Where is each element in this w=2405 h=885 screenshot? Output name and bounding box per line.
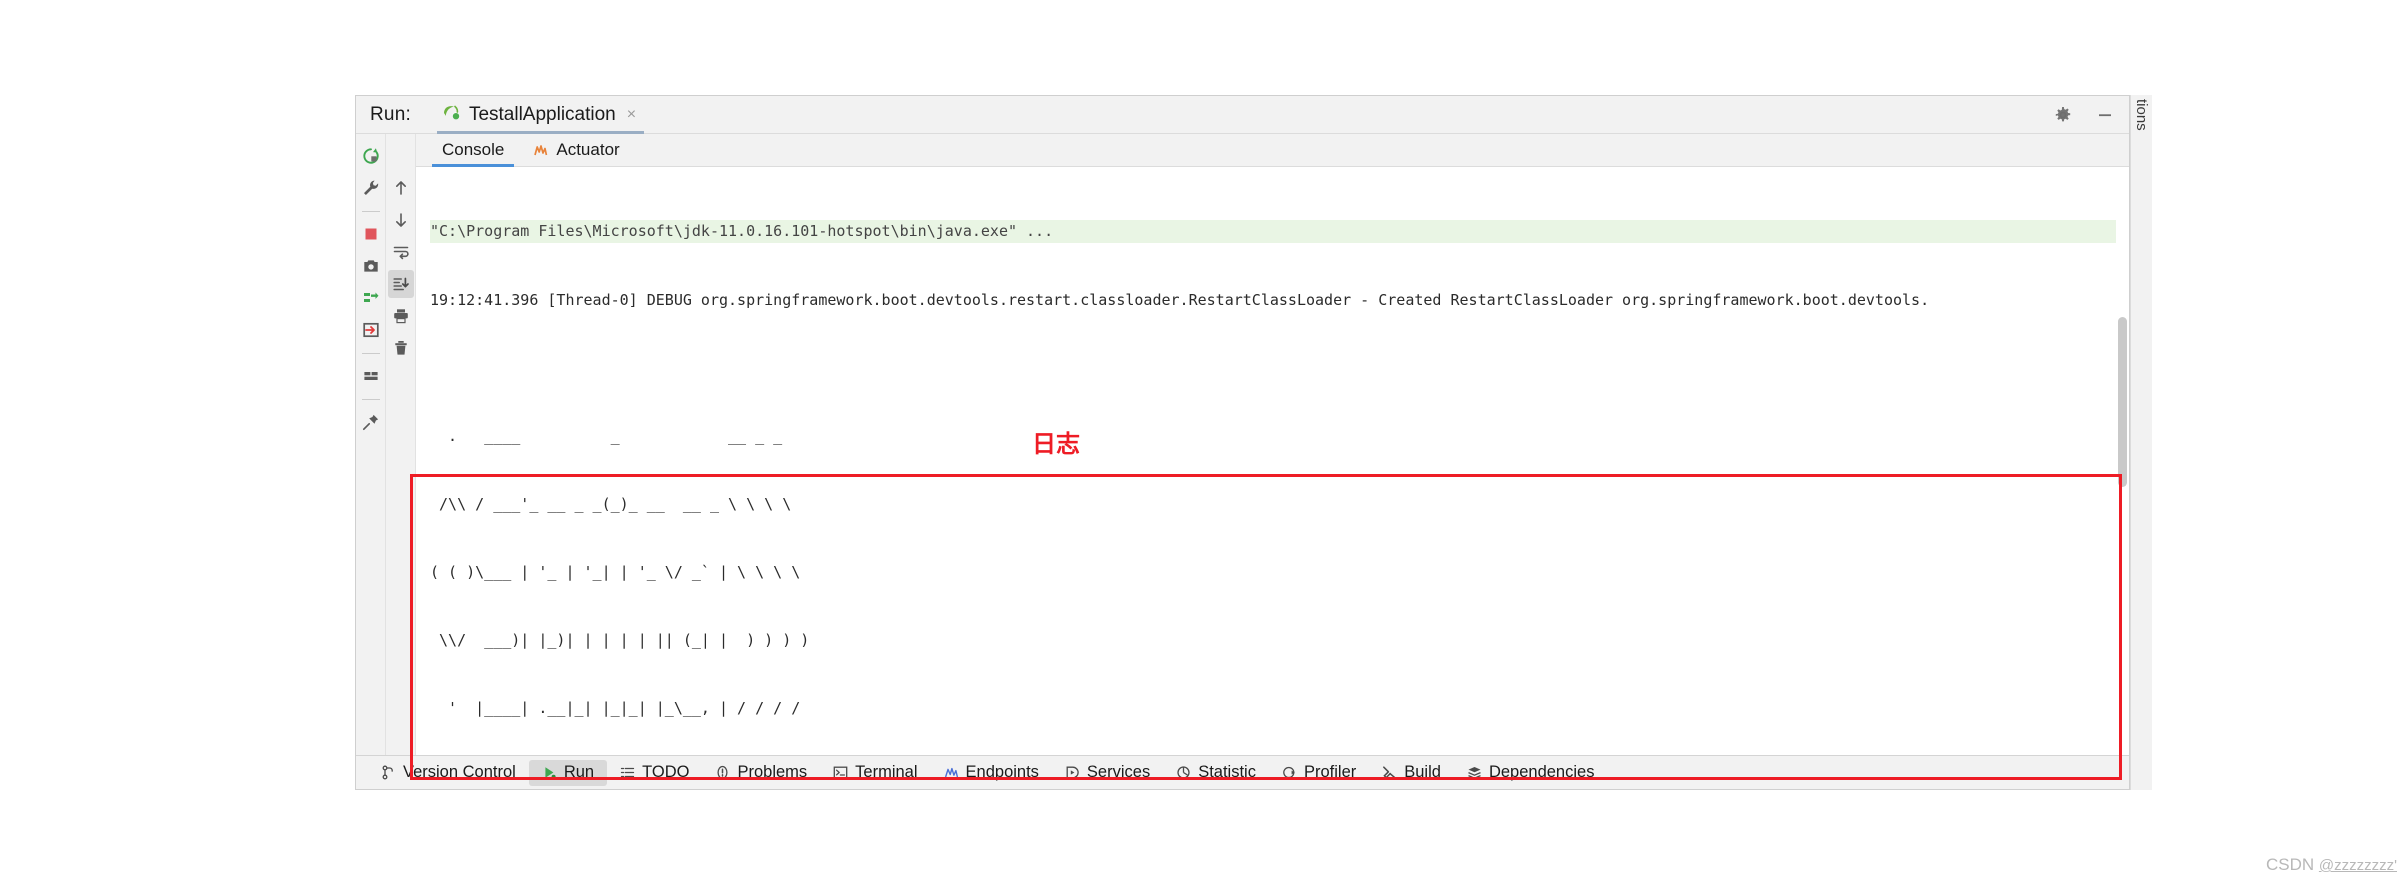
bottom-bar-item-label: Dependencies (1488, 763, 1595, 781)
close-icon[interactable]: × (627, 106, 636, 124)
bottom-bar-item-todo[interactable]: TODO (607, 760, 702, 786)
bottom-bar-item-problems[interactable]: Problems (702, 760, 820, 786)
bottom-bar-item-label: TODO (642, 763, 690, 781)
tab-actuator[interactable]: Actuator (518, 134, 633, 167)
tab-console-label: Console (442, 140, 505, 159)
trash-icon[interactable] (388, 334, 414, 362)
services-icon (1065, 765, 1080, 780)
bottom-bar-item-run[interactable]: Run (528, 759, 608, 786)
layout-icon[interactable] (358, 362, 384, 390)
console-tab-bar: Console Actuator (416, 134, 2129, 167)
run-tool-window-body: Console Actuator "C:\Program Files\Micro… (356, 134, 2129, 755)
threads-icon[interactable] (358, 284, 384, 312)
bottom-bar-item-label: Version Control (403, 763, 516, 781)
console-debug-line: 19:12:41.396 [Thread-0] DEBUG org.spring… (430, 290, 1930, 309)
run-tab-title: TestallApplication (468, 103, 616, 125)
console-column: Console Actuator "C:\Program Files\Micro… (416, 134, 2129, 755)
bottom-bar-item-label: Profiler (1303, 763, 1357, 781)
gear-icon[interactable] (2053, 105, 2073, 125)
run-header-actions (2053, 96, 2115, 134)
terminal-icon (833, 765, 848, 780)
bottom-bar-item-version-control[interactable]: Version Control (368, 760, 529, 786)
screenshot-root: Run: TestallApplication × Console Actuat… (0, 0, 2405, 885)
run-play-icon (542, 765, 557, 780)
minimize-icon[interactable] (2095, 105, 2115, 125)
toolbar-divider-3 (361, 399, 380, 400)
run-tool-window: Run: TestallApplication × Console Actuat… (355, 95, 2130, 790)
bottom-bar-item-label: Build (1404, 763, 1441, 781)
notifications-strip[interactable]: tions (2130, 95, 2152, 790)
spring-banner-line-5: ' |____| .__|_| |_|_| |_\__, | / / / / (430, 699, 801, 718)
camera-icon[interactable] (358, 252, 384, 280)
ide-bottom-toolbar: Version Control Run TODO Problems Terminal En… (356, 755, 2129, 789)
bottom-bar-item-label: Statistic (1198, 763, 1256, 781)
toolbar-divider (361, 211, 380, 212)
branch-icon (381, 765, 396, 780)
statistic-pie-icon (1176, 765, 1191, 780)
run-actions-toolbar (356, 134, 386, 755)
arrow-down-icon[interactable] (388, 206, 414, 234)
actuator-icon (532, 142, 549, 159)
watermark-prefix: CSDN (2266, 855, 2319, 874)
bottom-bar-item-label: Terminal (855, 763, 918, 781)
bottom-bar-item-build[interactable]: Build (1369, 760, 1454, 786)
spring-banner-line-4: \\/ ___)| |_)| | | | | || (_| | ) ) ) ) (430, 630, 810, 649)
bottom-bar-item-terminal[interactable]: Terminal (820, 760, 930, 786)
bottom-bar-item-label: Endpoints (965, 763, 1039, 781)
dependencies-icon (1467, 765, 1482, 780)
toolbar-divider-2 (361, 353, 380, 354)
run-tool-window-header: Run: TestallApplication × (356, 96, 2129, 134)
command-line-text: "C:\Program Files\Microsoft\jdk-11.0.16.… (430, 220, 2129, 244)
wrench-icon[interactable] (358, 174, 384, 202)
bottom-bar-item-label: Problems (737, 763, 808, 781)
todo-list-icon (620, 765, 635, 780)
watermark-handle: @zzzzzzzz' (2318, 857, 2397, 874)
console-scrollbar-thumb[interactable] (2118, 317, 2127, 487)
run-configuration-tab[interactable]: TestallApplication × (435, 96, 646, 134)
console-actions-toolbar (386, 134, 416, 755)
bottom-bar-item-label: Run (563, 763, 595, 781)
tab-actuator-label: Actuator (556, 140, 620, 159)
endpoints-icon (944, 765, 959, 780)
spring-boot-run-icon (441, 102, 461, 127)
annotation-label: 日志 (1032, 430, 1080, 458)
tab-console[interactable]: Console (428, 134, 518, 167)
spring-banner-line-3: ( ( )\___ | '_ | '_| | '_ \/ _` | \ \ \ … (430, 562, 801, 581)
pin-icon[interactable] (358, 408, 384, 436)
profiler-icon (1282, 765, 1297, 780)
bottom-bar-item-label: Services (1086, 763, 1151, 781)
bottom-bar-item-endpoints[interactable]: Endpoints (931, 760, 1052, 786)
hammer-icon (1382, 765, 1397, 780)
bottom-bar-item-statistic[interactable]: Statistic (1163, 760, 1269, 786)
notifications-strip-label: tions (2133, 99, 2150, 131)
bottom-bar-item-profiler[interactable]: Profiler (1269, 760, 1369, 786)
watermark: CSDN @zzzzzzzz' (2266, 855, 2397, 875)
problems-icon (715, 765, 730, 780)
console-scrollbar[interactable] (2116, 167, 2129, 755)
scroll-to-end-icon[interactable] (387, 270, 414, 298)
run-label: Run: (370, 103, 411, 125)
console-output[interactable]: "C:\Program Files\Microsoft\jdk-11.0.16.… (416, 167, 2129, 755)
bottom-bar-item-services[interactable]: Services (1052, 760, 1163, 786)
spring-banner-line-1: . ____ _ __ _ _ (430, 426, 783, 445)
console-command-line: "C:\Program Files\Microsoft\jdk-11.0.16.… (416, 220, 2129, 244)
spring-banner-line-2: /\\ / ___'_ __ _ _(_)_ __ __ _ \ \ \ \ (430, 494, 792, 513)
bottom-bar-item-dependencies[interactable]: Dependencies (1454, 760, 1608, 786)
console-blank-1 (416, 357, 2129, 380)
soft-wrap-icon[interactable] (388, 238, 414, 266)
rerun-icon[interactable] (358, 142, 384, 170)
print-icon[interactable] (388, 302, 414, 330)
export-icon[interactable] (358, 316, 384, 344)
arrow-up-icon[interactable] (388, 174, 414, 202)
stop-icon[interactable] (358, 220, 384, 248)
